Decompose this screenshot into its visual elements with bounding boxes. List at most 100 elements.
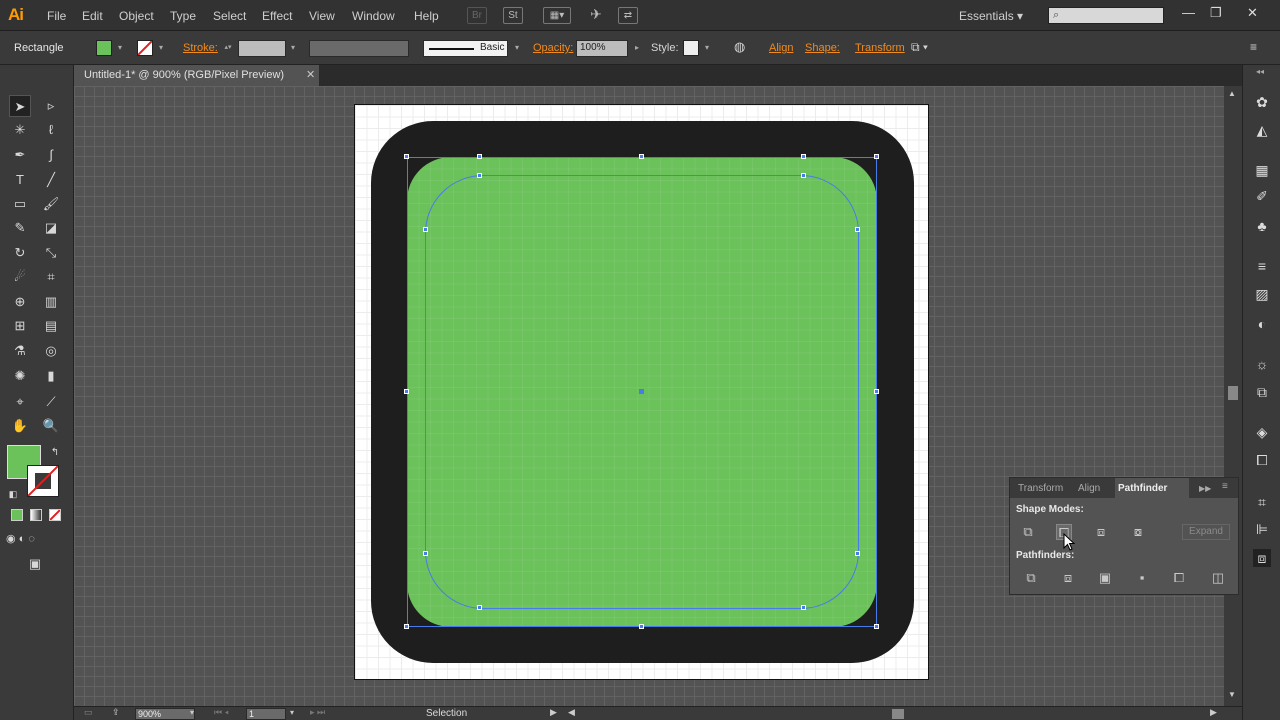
menu-effect[interactable]: Effect — [262, 9, 292, 23]
zoom-field[interactable]: 900% — [135, 708, 195, 720]
merge-icon[interactable]: ▣ — [1097, 570, 1113, 586]
artboard[interactable] — [354, 104, 929, 680]
scroll-left-icon[interactable]: ◀ — [568, 707, 575, 718]
graphic-style-swatch[interactable] — [683, 40, 699, 56]
dock-collapse-icon[interactable]: ◂◂ — [1256, 67, 1264, 76]
menu-edit[interactable]: Edit — [82, 9, 103, 23]
artboard-navigation-icon[interactable]: ▭ — [84, 707, 93, 718]
divide-icon[interactable]: ⧉ — [1023, 570, 1039, 586]
lasso-tool-icon[interactable]: ℓ — [40, 119, 62, 141]
layers-panel-icon[interactable]: ◈ — [1253, 423, 1271, 441]
minus-back-icon[interactable]: ◫ — [1210, 570, 1226, 586]
anchor-point[interactable] — [855, 551, 860, 556]
anchor-point[interactable] — [801, 605, 806, 610]
restore-button[interactable]: ❐ — [1210, 5, 1222, 21]
stroke-weight-dropdown-icon[interactable]: ▾ — [288, 41, 298, 55]
bridge-button[interactable]: Br — [467, 7, 487, 24]
arrange-documents-icon[interactable]: ▦▾ — [543, 7, 571, 24]
pathfinder-panel-icon[interactable]: ⧈ — [1253, 549, 1271, 567]
menu-select[interactable]: Select — [213, 9, 246, 23]
menu-help[interactable]: Help — [414, 9, 439, 23]
curvature-tool-icon[interactable]: ∫ — [40, 144, 62, 166]
stroke-dropdown-icon[interactable]: ▾ — [156, 41, 166, 55]
variable-width-profile[interactable] — [309, 40, 409, 57]
opacity-field[interactable]: 100% — [576, 40, 628, 57]
color-mode-icon[interactable] — [11, 509, 23, 521]
screen-mode-icon[interactable]: ▣ — [24, 553, 46, 575]
color-guide-icon[interactable]: ◭ — [1253, 121, 1271, 139]
minimize-button[interactable]: — — [1182, 5, 1195, 20]
drawing-modes-icon[interactable]: ◉ ◐ ◌ — [6, 528, 66, 550]
none-mode-icon[interactable] — [49, 509, 61, 521]
last-artboard-icon[interactable]: ▸ ⏭ — [310, 707, 325, 718]
workspace-switcher[interactable]: Essentials ▾ — [959, 9, 1023, 23]
slice-tool-icon[interactable]: ⟋ — [40, 391, 62, 413]
menu-file[interactable]: File — [47, 9, 66, 23]
menu-object[interactable]: Object — [119, 9, 154, 23]
gradient-tool-icon[interactable]: ▤ — [40, 315, 62, 337]
anchor-point[interactable] — [855, 227, 860, 232]
artboard-dropdown-icon[interactable]: ▾ — [290, 708, 294, 717]
brush-dropdown-icon[interactable]: ▾ — [512, 41, 522, 55]
scale-tool-icon[interactable]: ⤡ — [40, 242, 62, 264]
anchor-point[interactable] — [423, 551, 428, 556]
bbox-handle-bottom-center[interactable] — [639, 624, 644, 629]
gradient-panel-icon[interactable]: ▨ — [1253, 285, 1271, 303]
artboards-panel-icon[interactable]: ⧠ — [1253, 451, 1271, 469]
transparency-panel-icon[interactable]: ◐ — [1253, 315, 1271, 333]
unite-icon[interactable]: ⧉ — [1020, 524, 1036, 540]
bbox-handle-bottom-right[interactable] — [874, 624, 879, 629]
fill-dropdown-icon[interactable]: ▾ — [115, 41, 125, 55]
tab-align[interactable]: Align — [1078, 483, 1100, 494]
menu-type[interactable]: Type — [170, 9, 196, 23]
menu-view[interactable]: View — [309, 9, 335, 23]
magic-wand-tool-icon[interactable]: ✳ — [9, 119, 31, 141]
artboard-number-field[interactable]: 1 — [246, 708, 286, 720]
anchor-point[interactable] — [423, 227, 428, 232]
bbox-handle-middle-left[interactable] — [404, 389, 409, 394]
close-button[interactable]: ✕ — [1247, 5, 1258, 21]
exclude-icon[interactable]: ⧇ — [1130, 524, 1146, 540]
bbox-handle-top-center[interactable] — [639, 154, 644, 159]
search-input[interactable]: ⌕ — [1048, 7, 1164, 24]
type-tool-icon[interactable]: T — [9, 169, 31, 191]
direct-selection-tool-icon[interactable]: ▹ — [40, 95, 62, 117]
transform-panel-icon[interactable]: ⌗ — [1253, 493, 1271, 511]
bbox-handle-middle-right[interactable] — [874, 389, 879, 394]
canvas[interactable] — [74, 86, 1224, 706]
rotate-tool-icon[interactable]: ↻ — [9, 242, 31, 264]
scroll-up-icon[interactable]: ▲ — [1228, 89, 1236, 98]
recolor-artwork-icon[interactable]: ◍ — [734, 39, 745, 55]
anchor-point[interactable] — [477, 605, 482, 610]
control-bar-menu-icon[interactable]: ≡ — [1250, 40, 1257, 54]
anchor-point[interactable] — [801, 154, 806, 159]
bbox-handle-top-left[interactable] — [404, 154, 409, 159]
eraser-tool-icon[interactable]: ◪ — [40, 217, 62, 239]
menu-window[interactable]: Window — [352, 9, 395, 23]
color-panel-icon[interactable]: ✿ — [1253, 93, 1271, 111]
scroll-down-icon[interactable]: ▼ — [1228, 690, 1236, 699]
panel-menu-icon[interactable]: ≡ — [1222, 481, 1228, 492]
warp-tool-icon[interactable]: ☄ — [9, 266, 31, 288]
status-menu-arrow-icon[interactable]: ▶ — [550, 707, 557, 718]
swatches-panel-icon[interactable]: ▦ — [1253, 161, 1271, 179]
free-transform-tool-icon[interactable]: ⌗ — [40, 266, 62, 288]
vertical-scrollbar[interactable]: ▲ ▼ — [1224, 86, 1242, 706]
anchor-point[interactable] — [801, 173, 806, 178]
zoom-dropdown-icon[interactable]: ▾ — [190, 708, 194, 717]
share-icon[interactable]: ⇪ — [112, 707, 120, 718]
zoom-tool-icon[interactable]: 🔍 — [40, 415, 62, 437]
transform-link[interactable]: Transform — [855, 42, 905, 54]
isolate-object-icon[interactable]: ⧉ ▾ — [911, 40, 928, 55]
panel-collapse-icon[interactable]: ▶▶ — [1199, 484, 1211, 493]
scroll-right-icon[interactable]: ▶ — [1210, 707, 1217, 718]
perspective-grid-tool-icon[interactable]: ▥ — [40, 291, 62, 313]
bbox-handle-top-right[interactable] — [874, 154, 879, 159]
horizontal-scroll-thumb[interactable] — [892, 709, 904, 719]
opacity-label[interactable]: Opacity: — [533, 42, 573, 54]
tab-pathfinder[interactable]: Pathfinder — [1118, 483, 1167, 494]
crop-icon[interactable]: ▪ — [1134, 570, 1150, 586]
pencil-tool-icon[interactable]: ✎ — [9, 217, 31, 239]
close-document-icon[interactable]: ✕ — [306, 68, 315, 81]
document-tab[interactable]: Untitled-1* @ 900% (RGB/Pixel Preview) ✕ — [74, 65, 320, 86]
